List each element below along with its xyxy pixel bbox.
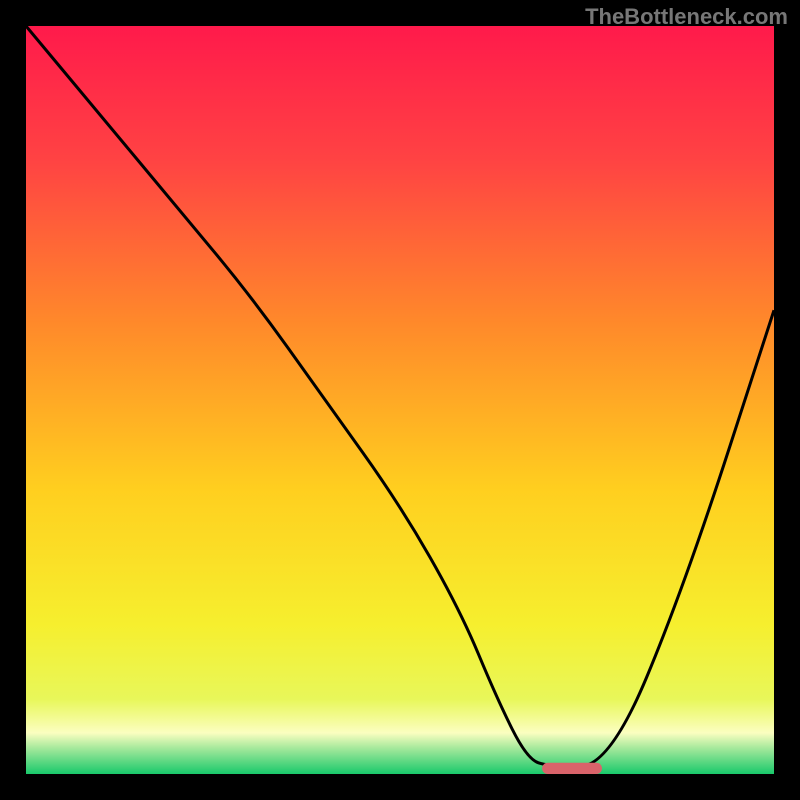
chart-frame (24, 24, 776, 776)
watermark-text: TheBottleneck.com (585, 4, 788, 30)
optimal-marker (542, 763, 602, 774)
chart-svg (26, 26, 774, 774)
chart-plot-area (26, 26, 774, 774)
chart-background (26, 26, 774, 774)
